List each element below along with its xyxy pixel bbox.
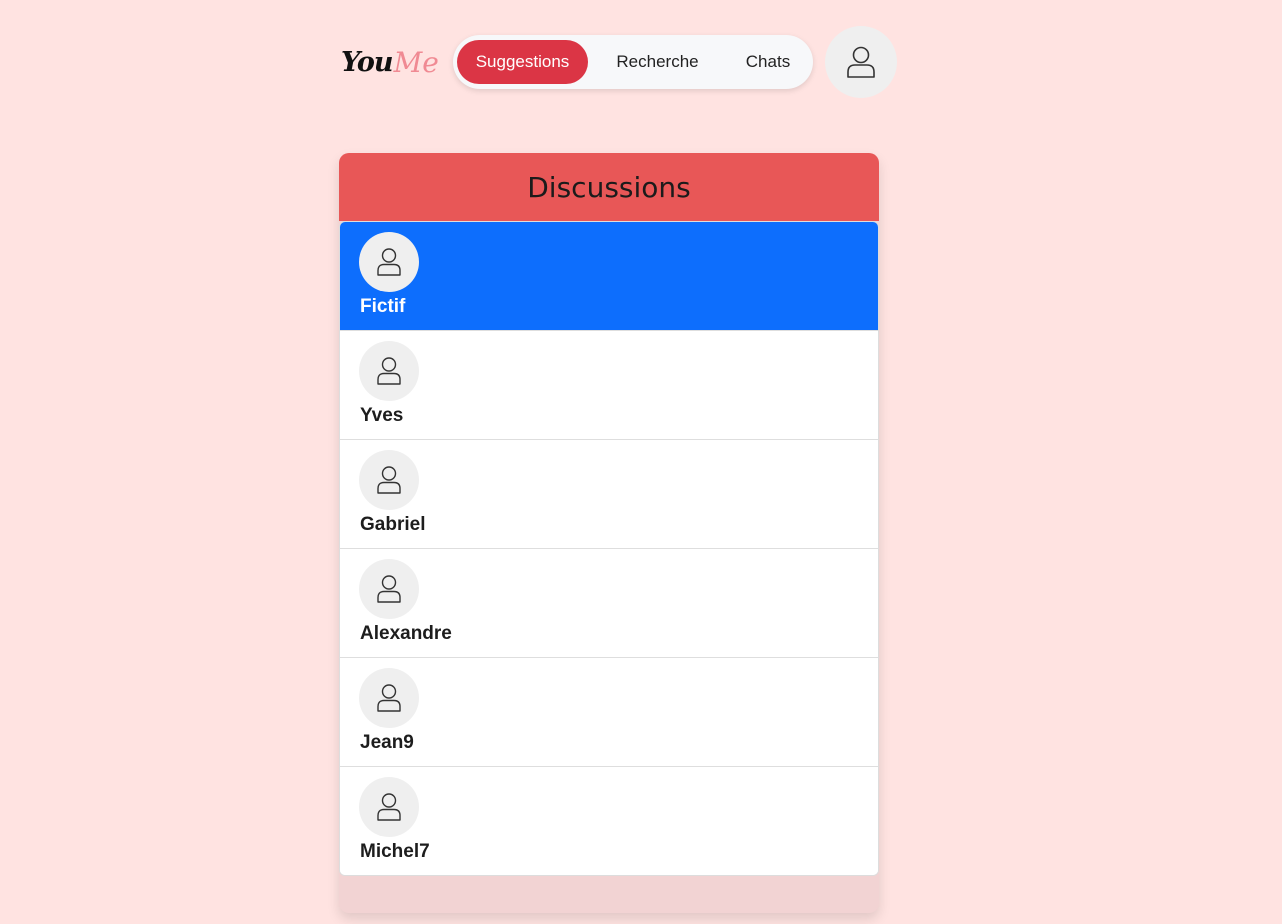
- logo-me: Me: [393, 45, 439, 79]
- contact-list: Fictif Yves Gabriel Alexandre Jean9 Michel7: [339, 221, 879, 876]
- avatar: [359, 341, 419, 401]
- contact-item[interactable]: Yves: [340, 330, 878, 439]
- discussions-panel: Discussions Fictif Yves Gabriel Alexandre Je…: [339, 153, 879, 913]
- discussions-title: Discussions: [527, 170, 691, 204]
- person-icon: [377, 793, 401, 821]
- suggestions-button[interactable]: Suggestions: [457, 40, 588, 84]
- person-icon: [377, 248, 401, 276]
- avatar: [359, 559, 419, 619]
- contact-name: Michel7: [360, 841, 430, 862]
- logo-you: You: [341, 46, 394, 78]
- contact-item[interactable]: Fictif: [340, 222, 878, 330]
- logo[interactable]: You Me: [341, 42, 453, 82]
- avatar: [359, 450, 419, 510]
- contact-name: Fictif: [360, 296, 406, 317]
- discussions-header: Discussions: [339, 153, 879, 221]
- person-icon: [847, 46, 875, 78]
- contact-name: Jean9: [360, 732, 414, 753]
- chats-button[interactable]: Chats: [727, 40, 809, 84]
- person-icon: [377, 684, 401, 712]
- top-navigation: You Me Suggestions Recherche Chats: [341, 26, 897, 98]
- contact-item[interactable]: Michel7: [340, 766, 878, 875]
- profile-button[interactable]: [825, 26, 897, 98]
- nav-tabs: Suggestions Recherche Chats: [453, 35, 813, 89]
- contact-name: Yves: [360, 405, 404, 426]
- person-icon: [377, 575, 401, 603]
- recherche-button[interactable]: Recherche: [588, 40, 727, 84]
- person-icon: [377, 466, 401, 494]
- avatar: [359, 668, 419, 728]
- contact-name: Gabriel: [360, 514, 426, 535]
- avatar: [359, 777, 419, 837]
- contact-name: Alexandre: [360, 623, 452, 644]
- contact-item[interactable]: Gabriel: [340, 439, 878, 548]
- contact-item[interactable]: Alexandre: [340, 548, 878, 657]
- contact-item[interactable]: Jean9: [340, 657, 878, 766]
- avatar: [359, 232, 419, 292]
- person-icon: [377, 357, 401, 385]
